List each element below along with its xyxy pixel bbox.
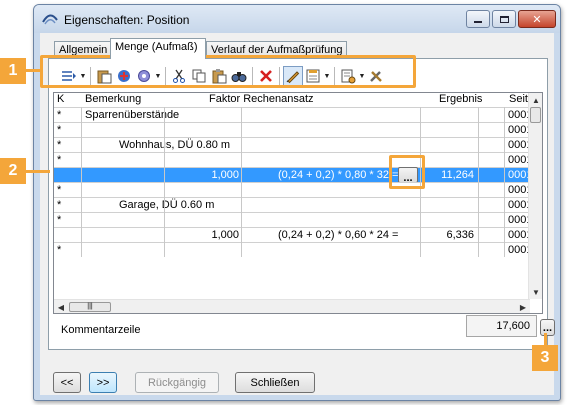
scroll-down-icon[interactable]: ▼ [529, 285, 542, 299]
cell-ergebnis[interactable] [420, 243, 476, 258]
cell-ergebnis[interactable] [420, 153, 476, 168]
cell-k[interactable]: * [57, 198, 61, 213]
column-divider [164, 107, 165, 257]
horizontal-scrollbar[interactable]: ◀ ||| ▶ [54, 299, 530, 313]
window-title: Eigenschaften: Position [64, 13, 190, 27]
cell-ergebnis[interactable] [420, 213, 476, 228]
next-button[interactable]: >> [89, 372, 117, 393]
column-divider [241, 107, 242, 257]
table-row[interactable]: * 00010 [54, 242, 539, 258]
close-dialog-button[interactable]: Schließen [235, 372, 315, 393]
cell-ergebnis[interactable] [420, 138, 476, 153]
column-divider [504, 107, 505, 257]
tab-panel: ▼ ▼ ▼ ▼ K Bemerkung Faktor Rechenansatz … [48, 58, 548, 350]
horizontal-scroll-thumb[interactable]: ||| [69, 302, 111, 312]
table-row[interactable]: * 00010 [54, 152, 539, 168]
table-row[interactable]: 1,000 (0,24 + 0,2) * 0,60 * 24 = 6,336 0001… [54, 227, 539, 243]
column-divider [478, 107, 479, 257]
cell-k[interactable]: * [57, 243, 61, 258]
cell-faktor[interactable]: 1,000 [164, 228, 241, 243]
column-header-ergebnis[interactable]: Ergebnis [439, 93, 482, 107]
table-row[interactable]: * 00010 [54, 122, 539, 138]
maximize-button[interactable] [492, 10, 516, 28]
cell-k[interactable]: * [57, 153, 61, 168]
cell-ergebnis[interactable] [420, 108, 476, 123]
callout-number-3: 3 [532, 345, 558, 371]
table-row[interactable]: 1,000 (0,24 + 0,2) * 0,80 * 32 = 11,264 000… [54, 167, 539, 184]
undo-button[interactable]: Rückgängig [135, 372, 219, 393]
comment-ellipsis-button[interactable]: ... [540, 319, 555, 336]
tab-menge-aufmass[interactable]: Menge (Aufmaß) [110, 38, 206, 59]
cell-faktor[interactable] [164, 243, 241, 258]
callout-connector-3 [544, 333, 547, 345]
callout-connector-1 [26, 69, 40, 72]
cell-ergebnis[interactable] [420, 123, 476, 138]
callout-number-2: 2 [0, 158, 26, 184]
table-row[interactable]: * 00010 [54, 182, 539, 198]
comment-line-label: Kommentarzeile [61, 324, 141, 336]
cell-faktor[interactable] [164, 153, 241, 168]
cell-faktor[interactable] [164, 138, 241, 153]
table-row[interactable]: * Sparrenüberstände 00010 [54, 107, 539, 123]
callout-frame-ellipsis [389, 155, 425, 189]
table-row[interactable]: * Wohnhaus, DÜ 0.80 m 00010 [54, 137, 539, 153]
cell-ergebnis[interactable]: 11,264 [420, 168, 476, 183]
cell-ergebnis[interactable]: 6,336 [420, 228, 476, 243]
cell-faktor[interactable] [164, 108, 241, 123]
app-icon [42, 14, 58, 25]
previous-button[interactable]: << [53, 372, 81, 393]
cell-faktor[interactable] [164, 183, 241, 198]
cell-k[interactable]: * [57, 108, 61, 123]
table-row[interactable]: * 00010 [54, 212, 539, 228]
cell-rechenansatz[interactable]: (0,24 + 0,2) * 0,80 * 32 = [278, 168, 398, 183]
aufmass-grid: K Bemerkung Faktor Rechenansatz Ergebnis… [53, 92, 543, 314]
minimize-button[interactable] [466, 10, 490, 28]
column-divider [81, 107, 82, 257]
scroll-right-icon[interactable]: ▶ [516, 300, 530, 313]
column-header-k[interactable]: K [57, 93, 64, 107]
scroll-left-icon[interactable]: ◀ [54, 300, 68, 313]
vertical-scrollbar[interactable]: ▲ ▼ [528, 93, 542, 299]
cell-faktor[interactable] [164, 198, 241, 213]
cell-k[interactable]: * [57, 213, 61, 228]
cell-k[interactable]: * [57, 138, 61, 153]
column-header-bemerkung[interactable]: Bemerkung [85, 93, 141, 107]
cell-k[interactable]: * [57, 123, 61, 138]
cell-ergebnis[interactable] [420, 198, 476, 213]
close-icon: ✕ [532, 13, 542, 26]
maximize-icon [499, 15, 509, 23]
close-button[interactable]: ✕ [518, 10, 556, 28]
total-value-field: 17,600 [466, 315, 537, 337]
column-header-faktor-rechenansatz[interactable]: Faktor Rechenansatz [209, 93, 314, 107]
cell-faktor[interactable]: 1,000 [164, 168, 241, 183]
title-bar[interactable]: Eigenschaften: Position ✕ [34, 5, 560, 33]
callout-number-1: 1 [0, 58, 26, 84]
cell-faktor[interactable] [164, 123, 241, 138]
cell-faktor[interactable] [164, 213, 241, 228]
minimize-icon [474, 21, 482, 23]
scroll-up-icon[interactable]: ▲ [529, 93, 542, 107]
table-row[interactable]: * Garage, DÜ 0.60 m 00010 [54, 197, 539, 213]
cell-rechenansatz[interactable]: (0,24 + 0,2) * 0,60 * 24 = [278, 228, 398, 243]
callout-frame-toolbar [40, 55, 416, 88]
cell-ergebnis[interactable] [420, 183, 476, 198]
callout-connector-2 [26, 170, 50, 173]
cell-k[interactable]: * [57, 183, 61, 198]
scroll-thumb[interactable] [530, 107, 541, 123]
